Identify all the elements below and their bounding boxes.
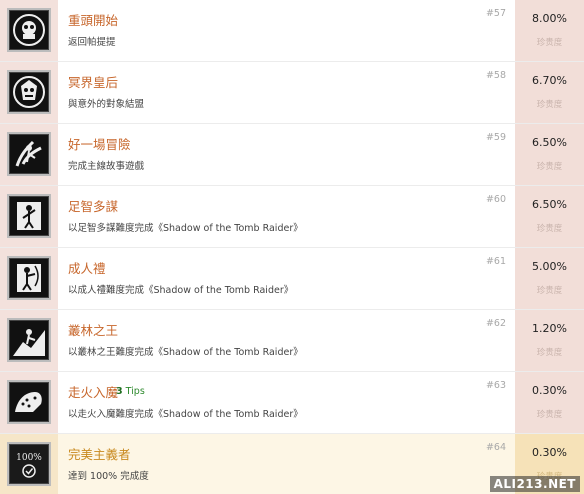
achievement-description: 以叢林之王難度完成《Shadow of the Tomb Raider》 [68,347,303,358]
percent-column [515,310,584,371]
achievement-number: #63 [485,380,506,391]
climber-icon [7,194,51,238]
site-watermark: ALI213.NET [489,476,580,492]
achievement-percent: 6.50% [532,136,567,149]
achievement-percent: 0.30% [532,384,567,397]
achievement-row[interactable]: 叢林之王 以叢林之王難度完成《Shadow of the Tomb Raider… [0,310,584,372]
rarity-label: 珍贵度 [536,162,563,172]
badge-text: 100% [16,453,42,463]
skull-emblem-icon [7,8,51,52]
achievement-number: #61 [485,256,506,267]
achievement-percent: 0.30% [532,446,567,459]
percent-column [515,372,584,433]
achievement-row[interactable]: 走火入魔 3 Tips 以走火入魔難度完成《Shadow of the Tomb… [0,372,584,434]
tips-count: 3 [116,386,123,397]
achievement-row[interactable]: 重頭開始 返回帕提提 #57 8.00% 珍贵度 [0,0,584,62]
achievement-percent: 1.20% [532,322,567,335]
tips-label: Tips [125,386,145,397]
achievement-title[interactable]: 重頭開始 [68,10,118,29]
tips-badge[interactable]: 3 Tips [116,386,145,397]
achievement-title[interactable]: 叢林之王 [68,320,118,339]
achievement-description: 返回帕提提 [68,37,116,48]
rarity-label: 珍贵度 [536,286,563,296]
percent-column [515,124,584,185]
achievement-description: 以成人禮難度完成《Shadow of the Tomb Raider》 [68,285,294,296]
achievement-description: 達到 100% 完成度 [68,471,149,482]
rarity-label: 珍贵度 [536,38,563,48]
jaguar-icon [7,380,51,424]
percent-column [515,0,584,61]
achievement-number: #57 [485,8,506,19]
achievement-percent: 5.00% [532,260,567,273]
achievement-description: 以走火入魔難度完成《Shadow of the Tomb Raider》 [68,409,303,420]
achievement-title[interactable]: 好一場冒險 [68,134,131,153]
achievement-title[interactable]: 成人禮 [68,258,106,277]
achievement-description: 以足智多謀難度完成《Shadow of the Tomb Raider》 [68,223,303,234]
achievement-row[interactable]: 足智多謀 以足智多謀難度完成《Shadow of the Tomb Raider… [0,186,584,248]
explorer-icon [7,132,51,176]
achievement-number: #60 [485,194,506,205]
achievement-description: 完成主線故事遊戲 [68,161,145,172]
achievement-percent: 8.00% [532,12,567,25]
rarity-label: 珍贵度 [536,348,563,358]
achievement-number: #64 [485,442,506,453]
achievement-row[interactable]: 冥界皇后 與意外的對象結盟 #58 6.70% 珍贵度 [0,62,584,124]
archer-icon [7,256,51,300]
achievement-description: 與意外的對象結盟 [68,99,145,110]
percent-column [515,62,584,123]
achievement-row[interactable]: 好一場冒險 完成主線故事遊戲 #59 6.50% 珍贵度 [0,124,584,186]
achievement-number: #58 [485,70,506,81]
jungle-warrior-icon [7,318,51,362]
achievement-percent: 6.70% [532,74,567,87]
achievement-row[interactable]: 成人禮 以成人禮難度完成《Shadow of the Tomb Raider》 … [0,248,584,310]
achievement-percent: 6.50% [532,198,567,211]
rarity-label: 珍贵度 [536,100,563,110]
perfectionist-badge-icon: 100% [7,442,51,486]
percent-column [515,248,584,309]
rarity-label: 珍贵度 [536,224,563,234]
achievement-title[interactable]: 完美主義者 [68,444,131,463]
achievement-number: #59 [485,132,506,143]
achievement-title[interactable]: 足智多謀 [68,196,118,215]
rarity-label: 珍贵度 [536,410,563,420]
achievement-number: #62 [485,318,506,329]
queen-mask-icon [7,70,51,114]
achievement-title[interactable]: 冥界皇后 [68,72,118,91]
achievement-title[interactable]: 走火入魔 [68,382,118,401]
percent-column [515,186,584,247]
